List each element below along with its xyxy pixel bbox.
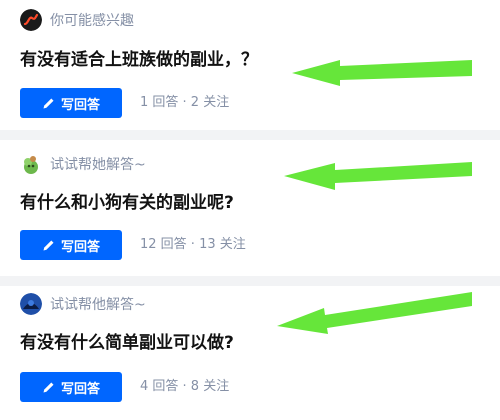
arrow-icon (292, 60, 472, 86)
arrow-icon (284, 162, 472, 190)
annotation-arrows (277, 60, 472, 334)
arrow-icon (277, 292, 472, 334)
question-feed: 你可能感兴趣 有没有适合上班族做的副业，？ 写回答 1 回答 · 2 关注 试试… (0, 0, 500, 420)
